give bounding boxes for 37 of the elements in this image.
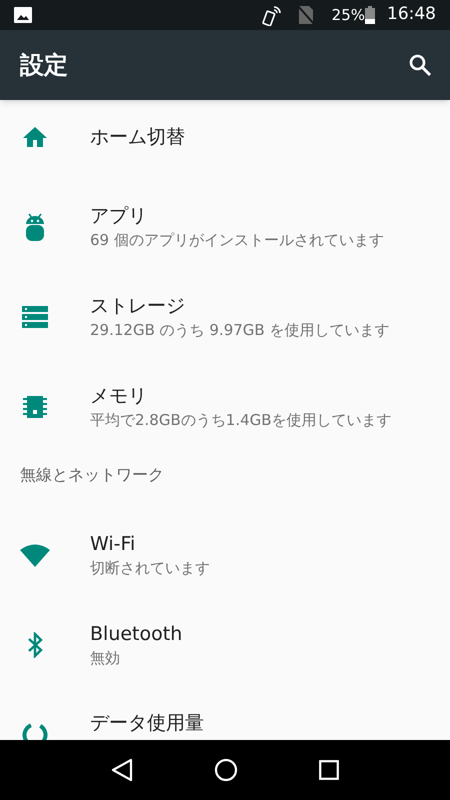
settings-item[interactable]: ストレージ 29.12GB のうち 9.97GB を使用しています (0, 272, 450, 362)
settings-item[interactable]: Bluetooth 無効 (0, 600, 450, 690)
item-summary: 切断されています (90, 558, 210, 579)
recents-button[interactable] (319, 760, 340, 780)
item-title: データ使用量 (90, 711, 204, 736)
android-icon (26, 213, 44, 241)
battery-percent: 25% (332, 4, 365, 26)
section-header: 無線とネットワーク (20, 464, 164, 486)
image-icon (14, 7, 32, 23)
search-icon[interactable] (408, 53, 432, 77)
settings-item[interactable]: Wi-Fi 切断されています (0, 510, 450, 600)
item-title: ホーム切替 (90, 125, 185, 150)
bluetooth-icon (27, 632, 43, 658)
battery-icon (365, 6, 375, 24)
settings-item[interactable]: アプリ 69 個のアプリがインストールされています (0, 182, 450, 272)
item-title: アプリ (90, 204, 148, 229)
chip-icon (23, 396, 47, 418)
storage-icon (22, 306, 48, 328)
settings-item[interactable]: ホーム切替 (0, 100, 450, 182)
item-title: Bluetooth (90, 622, 182, 647)
settings-item[interactable]: メモリ 平均で2.8GBのうち1.4GBを使用しています (0, 362, 450, 452)
home-button[interactable] (214, 758, 238, 782)
back-button[interactable] (110, 758, 133, 782)
home-icon (23, 127, 47, 147)
item-summary: 29.12GB のうち 9.97GB を使用しています (90, 320, 390, 341)
item-title: メモリ (90, 384, 148, 409)
item-summary: 無効 (90, 648, 121, 669)
app-bar-title: 設定 (20, 50, 69, 81)
settings-item[interactable]: データ使用量 (0, 690, 450, 740)
item-title: ストレージ (90, 294, 186, 319)
wifi-icon (20, 543, 50, 567)
item-summary: 平均で2.8GBのうち1.4GBを使用しています (90, 410, 392, 431)
nfc-phone-icon (262, 4, 284, 26)
no-sim-icon (298, 6, 314, 24)
item-summary: 69 個のアプリがインストールされています (90, 230, 384, 251)
clock: 16:48 (387, 3, 436, 26)
item-title: Wi-Fi (90, 532, 136, 557)
